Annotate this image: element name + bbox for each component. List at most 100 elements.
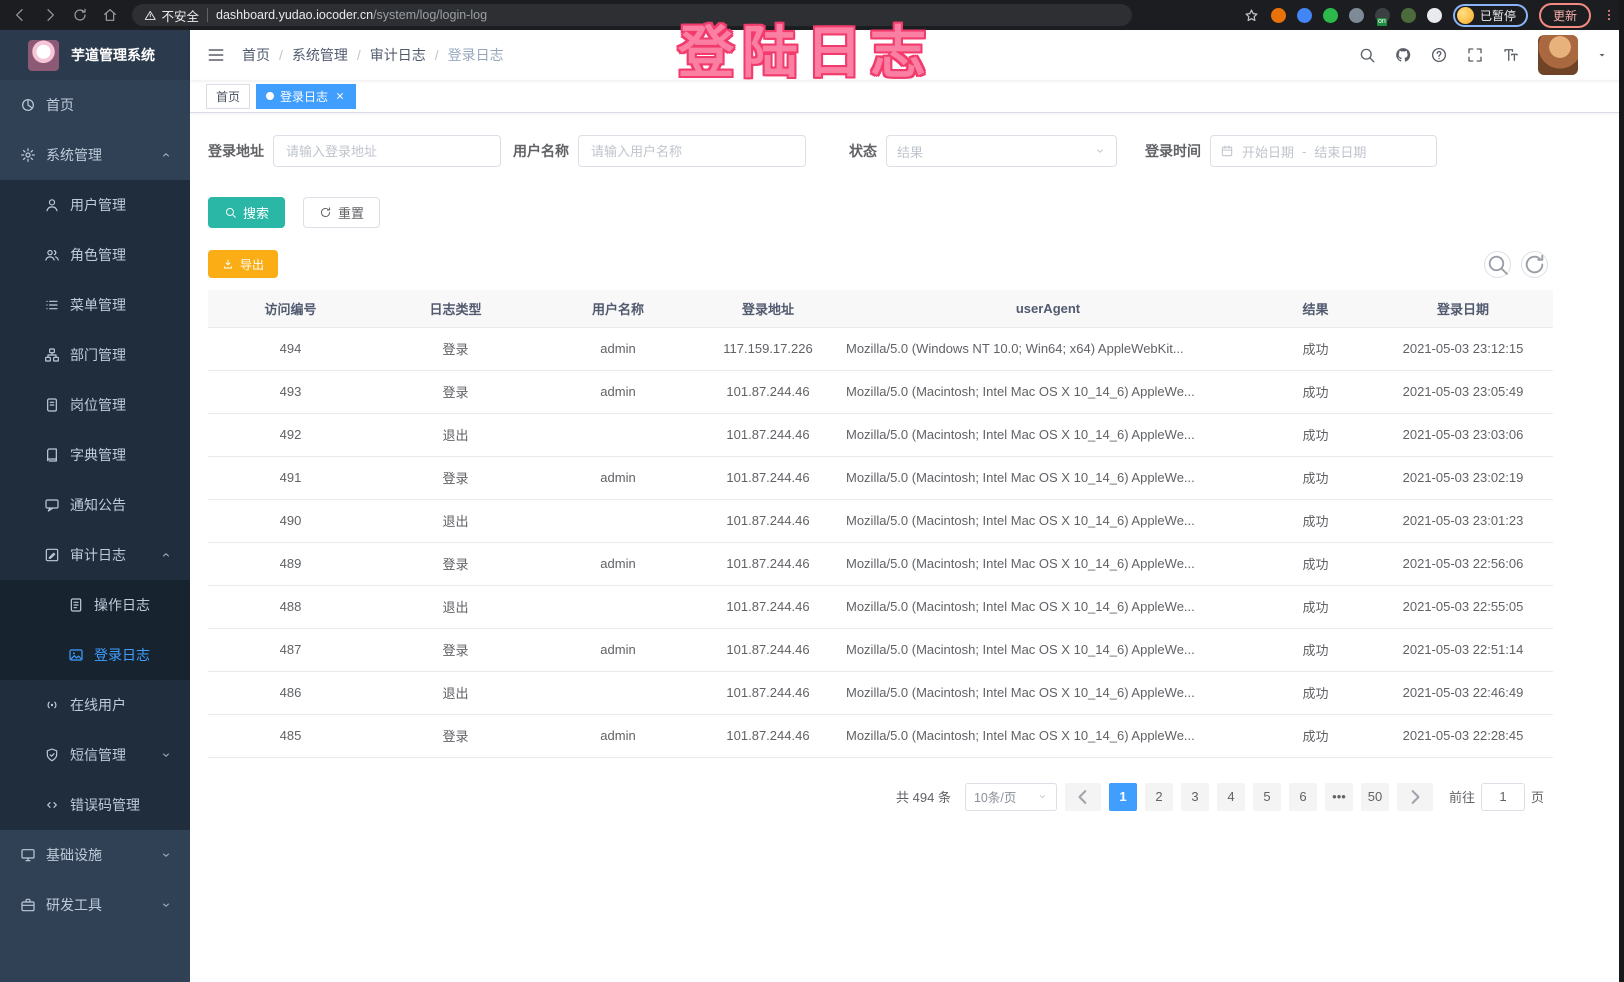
tag-active[interactable]: 登录日志 xyxy=(256,84,356,109)
sidebar-item-label: 研发工具 xyxy=(46,895,102,915)
page-button-6[interactable]: 6 xyxy=(1289,783,1317,811)
blue-gem-extension-icon[interactable] xyxy=(1297,8,1312,23)
breadcrumb-item[interactable]: 首页 xyxy=(242,45,270,65)
table-cell: 117.159.17.226 xyxy=(698,327,838,370)
font-size-icon[interactable] xyxy=(1502,46,1520,64)
close-icon[interactable] xyxy=(334,90,346,102)
login-address-input[interactable] xyxy=(273,135,501,167)
sidebar-item-infra[interactable]: 基础设施 xyxy=(0,830,190,880)
table-cell: 登录 xyxy=(373,456,538,499)
sidebar-item-menu-list[interactable]: 菜单管理 xyxy=(0,280,190,330)
sidebar-item-dashboard[interactable]: 首页 xyxy=(0,80,190,130)
browser-menu-icon[interactable] xyxy=(1602,7,1616,23)
hamburger-icon[interactable] xyxy=(206,45,226,65)
tag-label: 登录日志 xyxy=(280,88,328,105)
sidebar-item-dict[interactable]: 字典管理 xyxy=(0,430,190,480)
reload-icon[interactable] xyxy=(72,7,88,23)
table-cell: 登录 xyxy=(373,628,538,671)
fullscreen-icon[interactable] xyxy=(1466,46,1484,64)
breadcrumb-item[interactable]: 系统管理 xyxy=(292,45,348,65)
home-icon[interactable] xyxy=(102,7,118,23)
sidebar-item-doc[interactable]: 操作日志 xyxy=(0,580,190,630)
dashboard-icon xyxy=(20,97,36,113)
sms-icon xyxy=(44,747,60,763)
table-row[interactable]: 488退出101.87.244.46Mozilla/5.0 (Macintosh… xyxy=(208,585,1553,628)
sidebar-item-label: 角色管理 xyxy=(70,245,126,265)
reset-button[interactable]: 重置 xyxy=(303,197,380,228)
table-row[interactable]: 493登录admin101.87.244.46Mozilla/5.0 (Maci… xyxy=(208,370,1553,413)
page-size-select[interactable]: 10条/页 xyxy=(965,783,1057,811)
username-input[interactable] xyxy=(578,135,806,167)
forward-icon[interactable] xyxy=(42,7,58,23)
toggle-search-button[interactable] xyxy=(1484,251,1511,278)
tag-item[interactable]: 首页 xyxy=(206,84,250,109)
table-row[interactable]: 489登录admin101.87.244.46Mozilla/5.0 (Maci… xyxy=(208,542,1553,585)
prev-page-button[interactable] xyxy=(1065,783,1101,811)
sidebar-item-gear[interactable]: 系统管理 xyxy=(0,130,190,180)
table-cell xyxy=(538,413,698,456)
window-edge-scrollbar[interactable] xyxy=(1619,0,1624,982)
user-avatar[interactable] xyxy=(1538,35,1578,75)
sidebar-item-audit[interactable]: 审计日志 xyxy=(0,530,190,580)
users-icon xyxy=(44,247,60,263)
sidebar-item-badge[interactable]: 岗位管理 xyxy=(0,380,190,430)
orange-extension-icon[interactable] xyxy=(1271,8,1286,23)
sidebar-item-tools[interactable]: 研发工具 xyxy=(0,880,190,930)
status-select[interactable]: 结果 xyxy=(886,135,1117,167)
table-row[interactable]: 486退出101.87.244.46Mozilla/5.0 (Macintosh… xyxy=(208,671,1553,714)
sidebar-item-user[interactable]: 用户管理 xyxy=(0,180,190,230)
github-icon[interactable] xyxy=(1394,46,1412,64)
bookmark-star-icon[interactable] xyxy=(1243,7,1260,24)
chevron-up-icon xyxy=(160,549,172,561)
table-cell: 2021-05-03 22:28:45 xyxy=(1373,714,1553,757)
sidebar-item-image[interactable]: 登录日志 xyxy=(0,630,190,680)
next-page-button[interactable] xyxy=(1397,783,1433,811)
dark-green-extension-icon[interactable] xyxy=(1401,8,1416,23)
more-pages-button[interactable]: ••• xyxy=(1325,783,1353,811)
page-button-4[interactable]: 4 xyxy=(1217,783,1245,811)
search-icon[interactable] xyxy=(1358,46,1376,64)
sidebar-item-tree[interactable]: 部门管理 xyxy=(0,330,190,380)
export-button[interactable]: 导出 xyxy=(208,250,278,278)
sidebar-item-sms[interactable]: 短信管理 xyxy=(0,730,190,780)
active-dot-icon xyxy=(266,92,274,100)
refresh-table-button[interactable] xyxy=(1521,251,1548,278)
page-button-5[interactable]: 5 xyxy=(1253,783,1281,811)
table-row[interactable]: 494登录admin117.159.17.226Mozilla/5.0 (Win… xyxy=(208,327,1553,370)
page-button-1[interactable]: 1 xyxy=(1109,783,1137,811)
table-row[interactable]: 485登录admin101.87.244.46Mozilla/5.0 (Maci… xyxy=(208,714,1553,757)
announce-icon xyxy=(44,497,60,513)
table-cell: 101.87.244.46 xyxy=(698,585,838,628)
back-icon[interactable] xyxy=(12,7,28,23)
sidebar-item-label: 部门管理 xyxy=(70,345,126,365)
green-circle-extension-icon[interactable] xyxy=(1323,8,1338,23)
dict-icon xyxy=(44,447,60,463)
goto-page-input[interactable] xyxy=(1481,783,1525,811)
help-icon[interactable] xyxy=(1430,46,1448,64)
caret-down-icon[interactable] xyxy=(1596,49,1608,61)
page-button-2[interactable]: 2 xyxy=(1145,783,1173,811)
sidebar-item-users[interactable]: 角色管理 xyxy=(0,230,190,280)
breadcrumb-item[interactable]: 审计日志 xyxy=(370,45,426,65)
browser-update-button[interactable]: 更新 xyxy=(1539,3,1591,28)
sidebar-item-label: 基础设施 xyxy=(46,845,102,865)
grid-extension-icon[interactable] xyxy=(1349,8,1364,23)
sidebar-item-online[interactable]: 在线用户 xyxy=(0,680,190,730)
search-button[interactable]: 搜索 xyxy=(208,197,285,228)
table-row[interactable]: 491登录admin101.87.244.46Mozilla/5.0 (Maci… xyxy=(208,456,1553,499)
table-row[interactable]: 490退出101.87.244.46Mozilla/5.0 (Macintosh… xyxy=(208,499,1553,542)
puzzle-extension-icon[interactable] xyxy=(1427,8,1442,23)
page-button-3[interactable]: 3 xyxy=(1181,783,1209,811)
sidebar-item-code[interactable]: 错误码管理 xyxy=(0,780,190,830)
page-button-50[interactable]: 50 xyxy=(1361,783,1389,811)
list-extension-icon[interactable]: on xyxy=(1375,8,1390,23)
address-bar[interactable]: 不安全 dashboard.yudao.iocoder.cn/system/lo… xyxy=(132,4,1132,26)
profile-paused-pill[interactable]: 已暂停 xyxy=(1453,4,1528,27)
app-logo-row[interactable]: 芋道管理系统 xyxy=(0,30,190,80)
table-row[interactable]: 492退出101.87.244.46Mozilla/5.0 (Macintosh… xyxy=(208,413,1553,456)
security-warning[interactable]: 不安全 xyxy=(144,6,199,25)
table-row[interactable]: 487登录admin101.87.244.46Mozilla/5.0 (Maci… xyxy=(208,628,1553,671)
search-form: 登录地址 用户名称 状态 结果 登录时间 开始日期 - 结束日期 xyxy=(208,135,1624,167)
login-time-range-picker[interactable]: 开始日期 - 结束日期 xyxy=(1210,135,1437,167)
sidebar-item-announce[interactable]: 通知公告 xyxy=(0,480,190,530)
